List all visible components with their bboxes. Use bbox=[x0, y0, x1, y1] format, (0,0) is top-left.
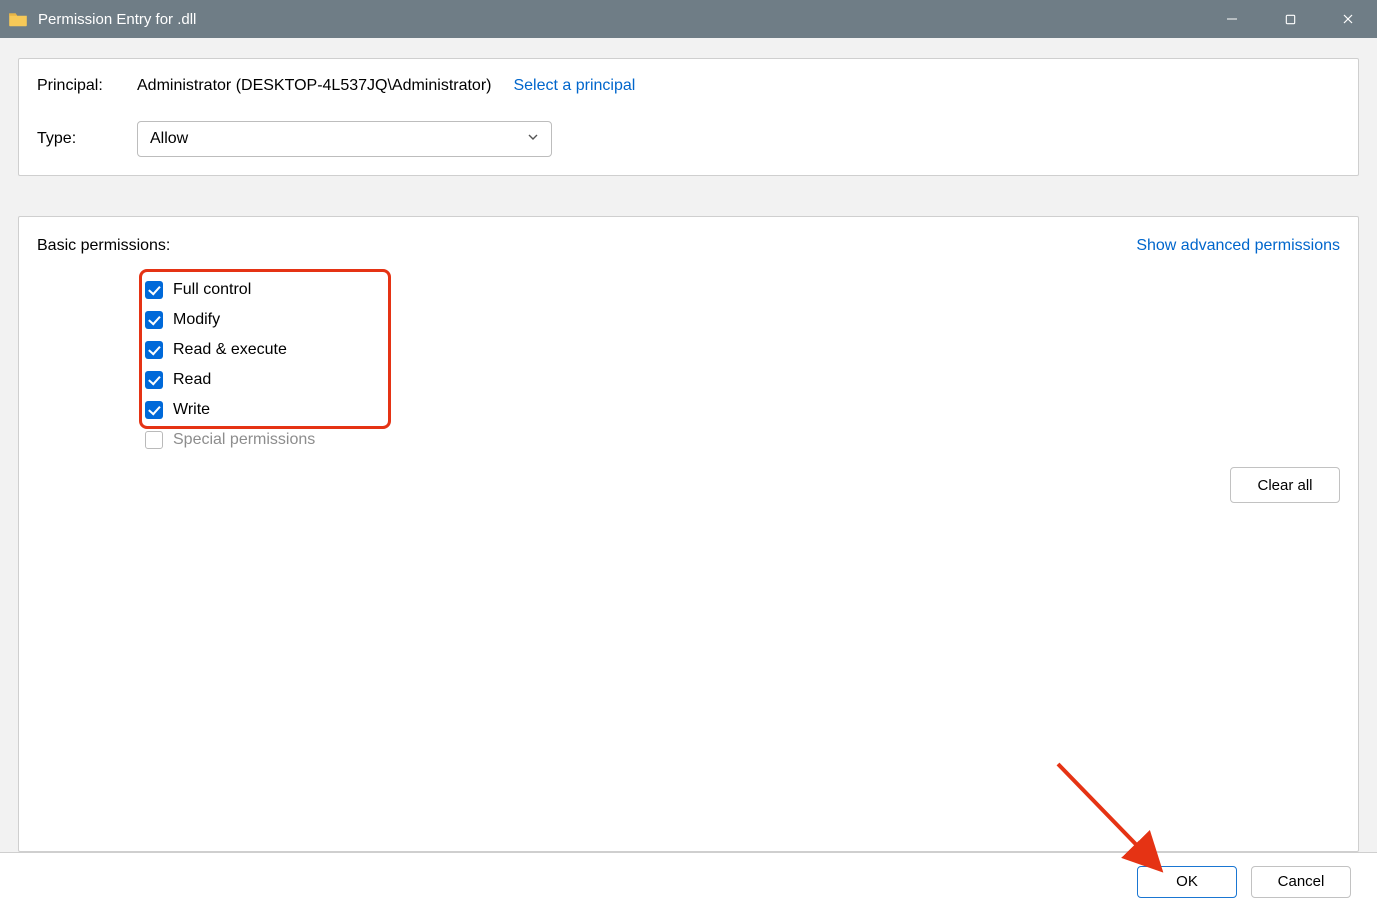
permissions-list: Full control Modify Read & execute Read … bbox=[145, 275, 395, 455]
perm-label: Special permissions bbox=[173, 431, 315, 449]
checkbox-icon[interactable] bbox=[145, 401, 163, 419]
titlebar: Permission Entry for .dll bbox=[0, 0, 1377, 38]
principal-value: Administrator (DESKTOP-4L537JQ\Administr… bbox=[137, 77, 491, 95]
perm-special: Special permissions bbox=[145, 425, 395, 455]
perm-full-control[interactable]: Full control bbox=[145, 275, 395, 305]
perm-label: Write bbox=[173, 401, 210, 419]
perm-write[interactable]: Write bbox=[145, 395, 395, 425]
perm-label: Read bbox=[173, 371, 211, 389]
principal-label: Principal: bbox=[37, 77, 137, 95]
ok-button[interactable]: OK bbox=[1137, 866, 1237, 898]
perm-label: Full control bbox=[173, 281, 251, 299]
maximize-button[interactable] bbox=[1261, 0, 1319, 38]
type-label: Type: bbox=[37, 130, 137, 148]
perm-modify[interactable]: Modify bbox=[145, 305, 395, 335]
checkbox-icon[interactable] bbox=[145, 371, 163, 389]
checkbox-icon bbox=[145, 431, 163, 449]
basic-permissions-label: Basic permissions: bbox=[37, 237, 170, 255]
dialog-body: Principal: Administrator (DESKTOP-4L537J… bbox=[0, 38, 1377, 852]
select-principal-link[interactable]: Select a principal bbox=[513, 77, 635, 95]
perm-read[interactable]: Read bbox=[145, 365, 395, 395]
perm-label: Modify bbox=[173, 311, 220, 329]
checkbox-icon[interactable] bbox=[145, 281, 163, 299]
chevron-down-icon bbox=[527, 130, 539, 148]
minimize-button[interactable] bbox=[1203, 0, 1261, 38]
close-button[interactable] bbox=[1319, 0, 1377, 38]
type-select-value: Allow bbox=[150, 130, 188, 148]
window-title: Permission Entry for .dll bbox=[38, 11, 196, 28]
checkbox-icon[interactable] bbox=[145, 341, 163, 359]
principal-panel: Principal: Administrator (DESKTOP-4L537J… bbox=[18, 58, 1359, 176]
perm-label: Read & execute bbox=[173, 341, 287, 359]
cancel-button[interactable]: Cancel bbox=[1251, 866, 1351, 898]
folder-icon bbox=[8, 11, 28, 27]
clear-all-button[interactable]: Clear all bbox=[1230, 467, 1340, 503]
type-select[interactable]: Allow bbox=[137, 121, 552, 157]
permissions-panel: Basic permissions: Show advanced permiss… bbox=[18, 216, 1359, 852]
checkbox-icon[interactable] bbox=[145, 311, 163, 329]
perm-read-execute[interactable]: Read & execute bbox=[145, 335, 395, 365]
dialog-footer: OK Cancel bbox=[0, 852, 1377, 910]
show-advanced-link[interactable]: Show advanced permissions bbox=[1136, 237, 1340, 255]
